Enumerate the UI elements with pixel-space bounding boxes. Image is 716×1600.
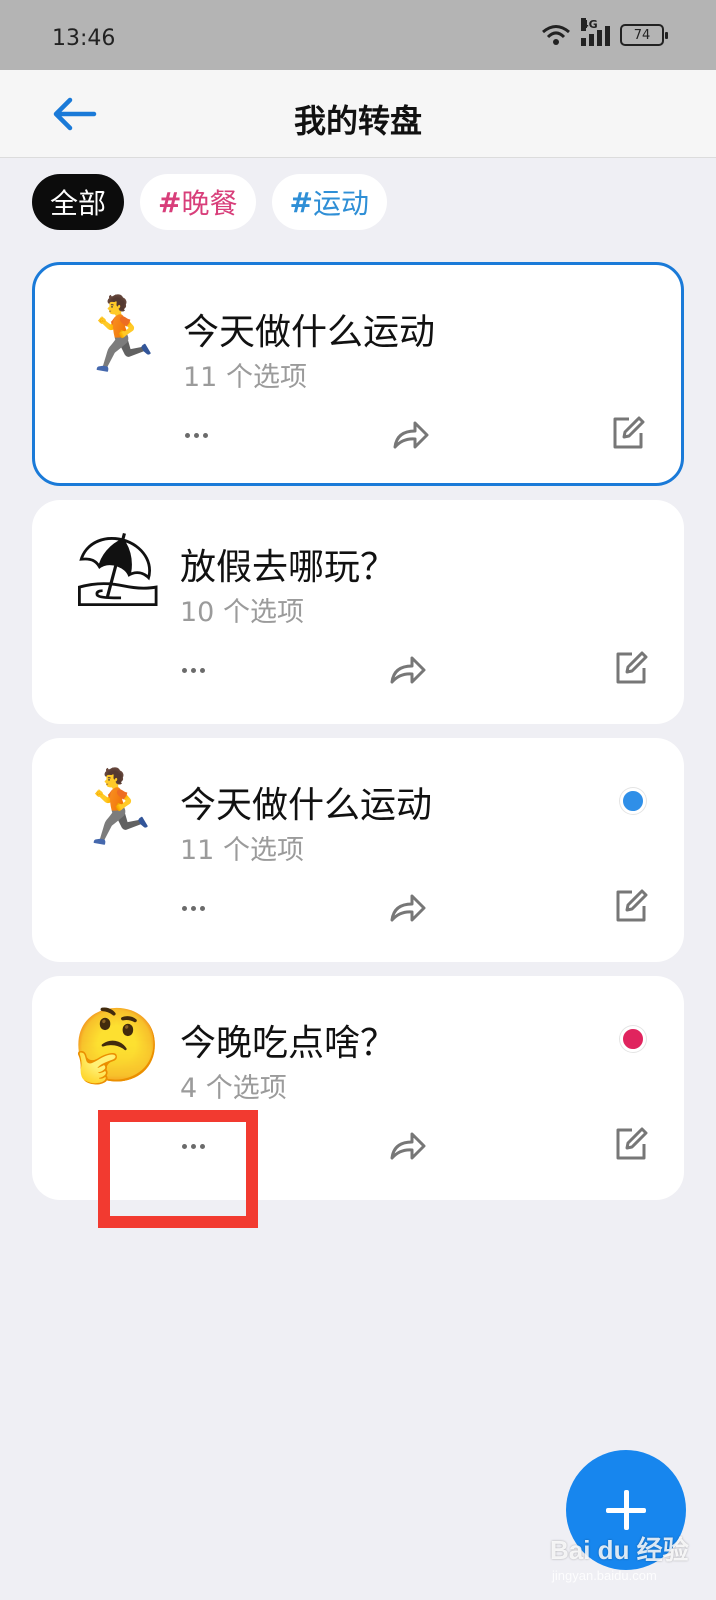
app-header: 我的转盘 <box>0 70 716 158</box>
tag-all[interactable]: 全部 <box>32 174 125 230</box>
edit-icon[interactable] <box>612 648 650 688</box>
share-icon[interactable] <box>388 1126 428 1166</box>
watermark-url: jingyan.baidu.com <box>552 1568 657 1583</box>
battery-level: 74 <box>633 27 651 43</box>
card-option-count: 11 个选项 <box>180 835 304 866</box>
tag-filter-bar: 全部 # 晚餐 # 运动 <box>32 174 387 230</box>
tag-sport[interactable]: # 运动 <box>271 174 387 230</box>
annotation-highlight-box <box>98 1110 258 1228</box>
card-option-count: 10 个选项 <box>180 597 304 628</box>
card-title: 今天做什么运动 <box>183 312 436 353</box>
battery-icon: 74 <box>620 24 668 46</box>
tag-label: 运动 <box>312 187 369 220</box>
edit-icon[interactable] <box>609 413 647 453</box>
tag-label: 全部 <box>50 187 107 220</box>
tag-hash: # <box>289 185 313 219</box>
edit-icon[interactable] <box>612 1124 650 1164</box>
thinking-face-icon: 🤔 <box>72 1003 162 1087</box>
network-type-label: 4G <box>581 18 598 31</box>
person-running-icon: 🏃 <box>75 292 165 376</box>
wheel-card[interactable]: 🏃 今天做什么运动 11 个选项 <box>32 738 684 962</box>
tag-color-dot <box>620 1026 646 1052</box>
tag-dinner[interactable]: # 晚餐 <box>140 174 256 230</box>
more-button[interactable] <box>170 650 216 690</box>
share-icon[interactable] <box>388 888 428 928</box>
plus-icon <box>624 1490 629 1530</box>
card-option-count: 4 个选项 <box>180 1073 287 1104</box>
tag-hash: # <box>158 185 182 219</box>
page-title: 我的转盘 <box>293 102 422 140</box>
tag-color-dot <box>620 788 646 814</box>
beach-umbrella-icon: ⛱ <box>72 527 164 611</box>
watermark-logo: Bai du 经验 <box>550 1535 689 1565</box>
wheel-card[interactable]: ⛱ 放假去哪玩？ 10 个选项 <box>32 500 684 724</box>
share-icon[interactable] <box>388 650 428 690</box>
card-option-count: 11 个选项 <box>183 362 307 393</box>
tag-label: 晚餐 <box>181 187 238 220</box>
wifi-icon <box>542 25 570 45</box>
status-icons: 4G 74 <box>541 18 668 46</box>
status-bar: 13:46 4G 74 <box>0 0 716 70</box>
edit-icon[interactable] <box>612 886 650 926</box>
share-icon[interactable] <box>391 415 431 455</box>
person-running-icon: 🏃 <box>72 765 162 849</box>
status-time: 13:46 <box>52 26 116 51</box>
card-title: 今晚吃点啥？ <box>180 1023 397 1064</box>
cellular-signal-icon: 4G <box>581 18 610 46</box>
more-button[interactable] <box>170 888 216 928</box>
wheel-card[interactable]: 🏃 今天做什么运动 11 个选项 <box>32 262 684 486</box>
card-title: 今天做什么运动 <box>180 785 433 826</box>
more-button[interactable] <box>173 415 219 455</box>
card-title: 放假去哪玩？ <box>180 547 397 588</box>
